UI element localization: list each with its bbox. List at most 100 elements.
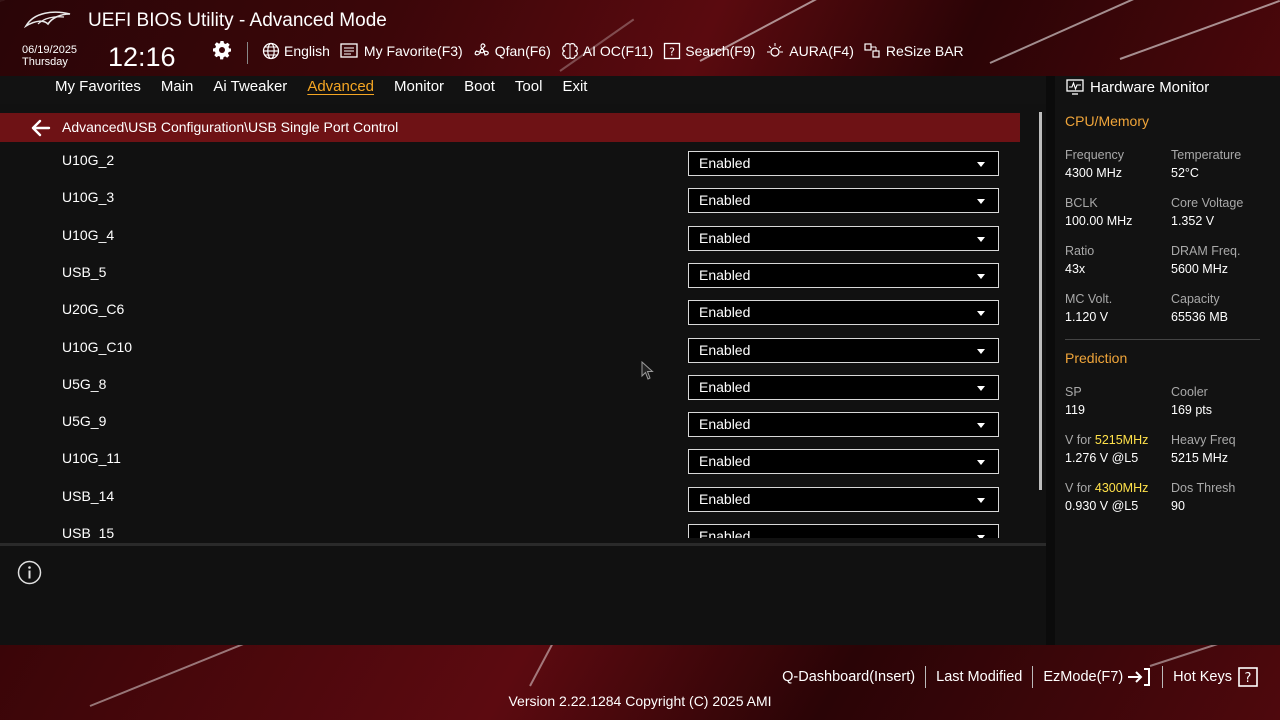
ai-chip-icon <box>561 43 578 59</box>
setting-row-u10g-3: U10G_3 Enabled <box>0 179 1030 216</box>
hw-label-dos-thresh: Dos Thresh <box>1171 481 1236 495</box>
tab-tool[interactable]: Tool <box>515 78 543 95</box>
setting-row-u20g-c6: U20G_C6 Enabled <box>0 291 1030 328</box>
help-question-icon: ? <box>1238 667 1258 687</box>
gear-icon[interactable] <box>212 40 232 60</box>
version-text: Version 2.22.1284 Copyright (C) 2025 AMI <box>508 693 772 709</box>
main-tabs: My Favorites Main Ai Tweaker Advanced Mo… <box>55 78 607 95</box>
cpu-memory-heading: CPU/Memory <box>1065 113 1150 129</box>
tab-exit[interactable]: Exit <box>562 78 587 95</box>
tab-my-favorites[interactable]: My Favorites <box>55 78 141 95</box>
setting-dropdown[interactable]: Enabled <box>688 337 999 363</box>
hw-value-frequency: 4300 MHz <box>1065 166 1122 180</box>
setting-dropdown[interactable]: Enabled <box>688 262 999 288</box>
setting-row-u5g-9: U5G_9 Enabled <box>0 403 1030 440</box>
hw-label-heavy-freq: Heavy Freq <box>1171 433 1236 447</box>
help-info-panel <box>0 546 1046 645</box>
setting-row-u10g-4: U10G_4 Enabled <box>0 217 1030 254</box>
setting-dropdown[interactable]: Enabled <box>688 486 999 512</box>
hw-value-mc-volt: 1.120 V <box>1065 310 1109 324</box>
fan-icon <box>474 43 489 56</box>
tab-monitor[interactable]: Monitor <box>394 78 444 95</box>
hw-value-cooler: 169 pts <box>1171 403 1213 417</box>
ai-oc-button[interactable]: AI OC(F11) <box>561 42 654 60</box>
setting-label: U10G_C10 <box>62 338 133 355</box>
setting-row-u10g-2: U10G_2 Enabled <box>0 142 1030 179</box>
rog-logo-icon <box>24 11 71 29</box>
header-divider <box>247 42 248 64</box>
last-modified-label: Last Modified <box>936 669 1023 685</box>
setting-row-usb-15: USB_15 Enabled <box>0 515 1030 538</box>
hw-value-ratio: 43x <box>1065 262 1086 276</box>
tab-main[interactable]: Main <box>161 78 194 95</box>
setting-dropdown[interactable]: Enabled <box>688 524 999 538</box>
setting-dropdown[interactable]: Enabled <box>688 449 999 475</box>
setting-label: U10G_3 <box>62 189 115 206</box>
chevron-down-icon <box>977 385 985 391</box>
qfan-label: Qfan(F6) <box>494 43 551 59</box>
setting-label: U10G_4 <box>62 226 115 243</box>
setting-value: Enabled <box>699 416 751 433</box>
hw-label-mc-volt: MC Volt. <box>1065 292 1113 306</box>
setting-value: Enabled <box>699 155 751 171</box>
setting-label: U5G_8 <box>62 375 107 392</box>
qfan-button[interactable]: Qfan(F6) <box>473 42 551 60</box>
q-dashboard-button[interactable]: Q-Dashboard(Insert) <box>772 669 925 685</box>
hw-divider <box>1065 339 1260 340</box>
svg-text:?: ? <box>1245 671 1252 686</box>
setting-value: Enabled <box>699 490 751 507</box>
hw-label-sp: SP <box>1065 385 1082 399</box>
exit-arrow-icon <box>1128 668 1151 686</box>
my-favorite-button[interactable]: My Favorite(F3) <box>340 43 463 59</box>
clock: 12:16 <box>108 42 176 72</box>
favorite-icon <box>340 43 358 58</box>
chevron-down-icon <box>977 273 985 279</box>
hw-value-v-for-5215: 1.276 V @L5 <box>1065 451 1139 465</box>
search-label: Search(F9) <box>685 43 756 59</box>
setting-dropdown[interactable]: Enabled <box>688 151 999 176</box>
v-for-freq-highlight: 4300MHz <box>1094 481 1149 495</box>
setting-row-u5g-8: U5G_8 Enabled <box>0 366 1030 403</box>
setting-dropdown[interactable]: Enabled <box>688 300 999 326</box>
hw-label-capacity: Capacity <box>1171 292 1220 306</box>
setting-value: Enabled <box>699 341 751 358</box>
hw-label-dram-freq: DRAM Freq. <box>1171 244 1241 258</box>
hw-label-bclk: BCLK <box>1065 196 1098 210</box>
svg-text:?: ? <box>669 46 675 59</box>
tab-boot[interactable]: Boot <box>464 78 495 95</box>
app-title: UEFI BIOS Utility - Advanced Mode <box>88 10 387 31</box>
settings-list: U10G_2 Enabled U10G_3 Enabled U10G_4 Ena… <box>0 142 1030 538</box>
hw-value-dos-thresh: 90 <box>1171 499 1185 513</box>
chevron-down-icon <box>977 236 985 242</box>
setting-row-usb-5: USB_5 Enabled <box>0 254 1030 291</box>
setting-label: USB_5 <box>62 263 107 280</box>
hw-value-v-for-4300: 0.930 V @L5 <box>1065 499 1139 513</box>
aura-button[interactable]: AURA(F4) <box>765 42 854 60</box>
last-modified-button[interactable]: Last Modified <box>926 669 1032 685</box>
hw-label-ratio: Ratio <box>1065 244 1095 258</box>
language-button[interactable]: English <box>262 42 330 60</box>
chevron-down-icon <box>977 199 985 205</box>
ai-oc-label: AI OC(F11) <box>582 43 654 59</box>
search-help-icon: ? <box>664 42 681 60</box>
setting-dropdown[interactable]: Enabled <box>688 225 999 251</box>
hw-label-core-voltage: Core Voltage <box>1171 196 1244 210</box>
setting-dropdown[interactable]: Enabled <box>688 188 999 214</box>
chevron-down-icon <box>977 348 985 354</box>
hw-value-temperature: 52°C <box>1171 166 1199 180</box>
hot-keys-button[interactable]: Hot Keys ? <box>1163 667 1268 687</box>
back-arrow-icon[interactable] <box>30 118 52 138</box>
search-button[interactable]: ? Search(F9) <box>663 42 755 60</box>
scrollbar[interactable] <box>1039 112 1042 490</box>
setting-dropdown[interactable]: Enabled <box>688 412 999 438</box>
hw-label-frequency: Frequency <box>1065 148 1125 162</box>
tab-advanced[interactable]: Advanced <box>307 78 374 95</box>
setting-label: U5G_9 <box>62 413 107 430</box>
ezmode-button[interactable]: EzMode(F7) <box>1033 667 1162 687</box>
resize-bar-label: ReSize BAR <box>885 43 964 59</box>
hw-value-core-voltage: 1.352 V <box>1171 214 1215 228</box>
tab-ai-tweaker[interactable]: Ai Tweaker <box>213 78 287 95</box>
setting-dropdown[interactable]: Enabled <box>688 374 999 400</box>
globe-icon <box>262 42 280 60</box>
resize-bar-button[interactable]: ReSize BAR <box>864 42 964 60</box>
